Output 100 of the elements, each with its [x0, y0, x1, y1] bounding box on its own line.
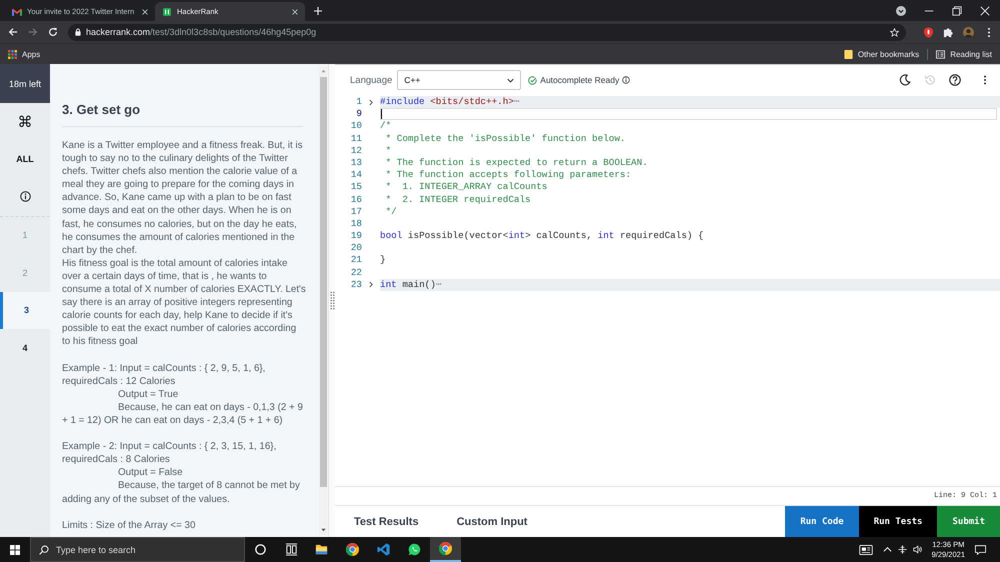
code-line: * 1. INTEGER_ARRAY calCounts	[384, 181, 548, 194]
code-line: * The function accepts following parameters:	[384, 169, 632, 182]
scroll-down-icon[interactable]	[320, 528, 326, 532]
ring-icon	[254, 543, 267, 556]
browser-icon	[438, 542, 452, 555]
reload-icon[interactable]	[48, 27, 58, 37]
action-button[interactable]: Run Tests	[858, 506, 938, 537]
moon-icon[interactable]	[899, 74, 911, 86]
address-bar[interactable]: hackerrank.com/test/3dln0l3c8sb/questions/46hg45pep0g	[68, 24, 906, 40]
line-number: 13	[350, 156, 362, 170]
example-detail-text: Output = False	[117, 466, 184, 480]
timer: 18m left	[0, 64, 50, 103]
sidebar-item[interactable]: ⌘	[0, 103, 50, 140]
code-line: *	[384, 144, 392, 157]
close-icon[interactable]	[142, 8, 148, 14]
question-tab[interactable]: 3	[0, 292, 50, 329]
chevron-up-icon[interactable]	[882, 545, 892, 554]
search-icon	[39, 544, 49, 554]
bookmark-link[interactable]: Other bookmarks	[844, 50, 920, 58]
action-button[interactable]: Submit	[937, 506, 1000, 537]
info-icon[interactable]	[622, 76, 630, 84]
folder-icon	[844, 50, 853, 58]
lock-icon	[75, 28, 81, 36]
chat-bubble-icon	[408, 543, 421, 556]
notification-icon[interactable]	[975, 544, 986, 554]
star-icon[interactable]	[890, 28, 899, 36]
problem-text: His fitness goal is the total amount of calories intake over a certain days of time, that is , he wants to consume a total of X number of calories EXACTLY. Let's say there is an array of positive integers representing calorie counts for each day, help Kane to decide if it's possible to eat the exact number of calories according to his fitness goal	[62, 256, 307, 348]
help-icon[interactable]	[949, 74, 961, 86]
back-arrow-icon[interactable]	[8, 27, 18, 37]
line-number: 10	[350, 120, 362, 133]
extension-shield-icon[interactable]	[923, 26, 934, 38]
example-detail-text: Because, the target of 8 cannot be met by adding any of the subset of the values.	[62, 479, 301, 506]
line-number: 18	[350, 218, 362, 230]
reading-list-icon	[936, 50, 946, 58]
scrollbar-thumb[interactable]	[320, 77, 326, 487]
autocomplete-status: Autocomplete Ready	[540, 75, 620, 85]
problem-text: Limits : Size of the Array <= 30	[62, 518, 196, 532]
problem-text: Kane is a Twitter employee and a fitness freak. But, it is tough to say no to the culinary delights of the Twitter chefs. Twitter chefs also mention the calorie value of a meal they are going to prepare for the coming days in advance. So, Kane came up with a plan to be on fast some days and eat on the other days. When he is on fast, he consumes no calories, but on the day he eats, he consumes the amount of calories mentioned in the chart by the chef.	[62, 139, 304, 257]
folder-icon	[315, 543, 328, 556]
code-line: * 2. INTEGER requiredCals	[384, 194, 531, 206]
line-number: 9	[355, 108, 362, 120]
tab-search-icon[interactable]	[896, 6, 906, 16]
panel-tab[interactable]: Test Results	[335, 506, 438, 537]
code-line: /*	[380, 120, 392, 133]
problem-text: Example - 2: Input = calCounts : { 2, 3, 15, 1, 16}, requiredCals : 8 Calories	[62, 440, 278, 466]
code-editor-icon	[377, 543, 390, 556]
line-number: 1	[355, 96, 362, 108]
text-cursor-icon	[381, 109, 382, 120]
action-button[interactable]: Run Code	[785, 506, 859, 537]
line-number: 23	[350, 278, 362, 292]
code-line: */	[384, 206, 397, 218]
line-number: 21	[350, 254, 362, 267]
code-line: bool isPossible(vector<int> calCounts, int requiredCals) {	[380, 230, 704, 242]
line-number: 16	[350, 194, 362, 206]
check-circle-icon	[528, 76, 538, 84]
language-label: Language	[350, 74, 392, 86]
chevron-right-icon[interactable]	[369, 98, 373, 106]
example-detail-text: Because, he can eat on days - 0,1,3 (2 + 9 + 1 = 12) OR he can eat on days - 2,3,4 (5 + 1 + 6)	[62, 400, 304, 428]
resize-grip-icon[interactable]	[330, 290, 334, 310]
question-tab[interactable]: 4	[0, 329, 50, 366]
profile-avatar-icon[interactable]	[963, 26, 974, 38]
info-icon[interactable]	[20, 191, 30, 202]
line-number: 11	[350, 132, 362, 145]
forward-arrow-icon[interactable]	[28, 27, 38, 37]
puzzle-icon[interactable]	[943, 26, 954, 38]
line-number: 20	[350, 242, 362, 254]
sidebar-item[interactable]: ALL	[0, 140, 50, 178]
browser-icon	[346, 543, 360, 556]
example-detail-text: Output = True	[117, 388, 180, 401]
site-logo-icon	[162, 8, 172, 16]
problem-text: Example - 1: Input = calCounts : { 2, 9, 5, 1, 6}, requiredCals : 12 Calories	[62, 362, 266, 388]
network-icon[interactable]	[898, 545, 907, 554]
code-line: * The function is expected to return a BOOLEAN.	[384, 156, 648, 170]
new-tab-icon[interactable]	[314, 7, 322, 15]
news-icon[interactable]	[858, 544, 873, 554]
line-number: 17	[350, 206, 362, 218]
apps-grid-icon	[8, 50, 17, 58]
bookmark-link[interactable]: Reading list	[936, 50, 992, 58]
taskbar-search-field[interactable]: Type here to search	[30, 537, 245, 562]
language-select[interactable]: C++	[397, 70, 522, 90]
bookmark-link[interactable]: Apps	[8, 50, 40, 58]
restore-icon[interactable]	[952, 6, 962, 16]
problem-title: 3. Get set go	[62, 102, 303, 127]
taskbar-app[interactable]	[430, 537, 461, 562]
line-number: 12	[350, 144, 362, 157]
close-icon[interactable]	[292, 8, 298, 14]
code-line: * Complete the 'isPossible' function below.	[384, 132, 626, 145]
line-number: 19	[350, 230, 362, 242]
more-menu-icon[interactable]	[987, 26, 991, 38]
line-number: 22	[350, 266, 362, 279]
line-number: 14	[350, 169, 362, 182]
scrollbar[interactable]	[319, 66, 327, 535]
code-line: }	[380, 254, 386, 267]
line-number: 15	[350, 181, 362, 194]
envelope-icon	[12, 8, 22, 16]
more-menu-icon[interactable]	[983, 74, 987, 86]
panel-tab[interactable]: Custom Input	[438, 506, 546, 537]
windows-start-icon[interactable]	[10, 544, 20, 554]
speaker-icon[interactable]	[912, 545, 922, 554]
chevron-right-icon[interactable]	[369, 281, 373, 288]
